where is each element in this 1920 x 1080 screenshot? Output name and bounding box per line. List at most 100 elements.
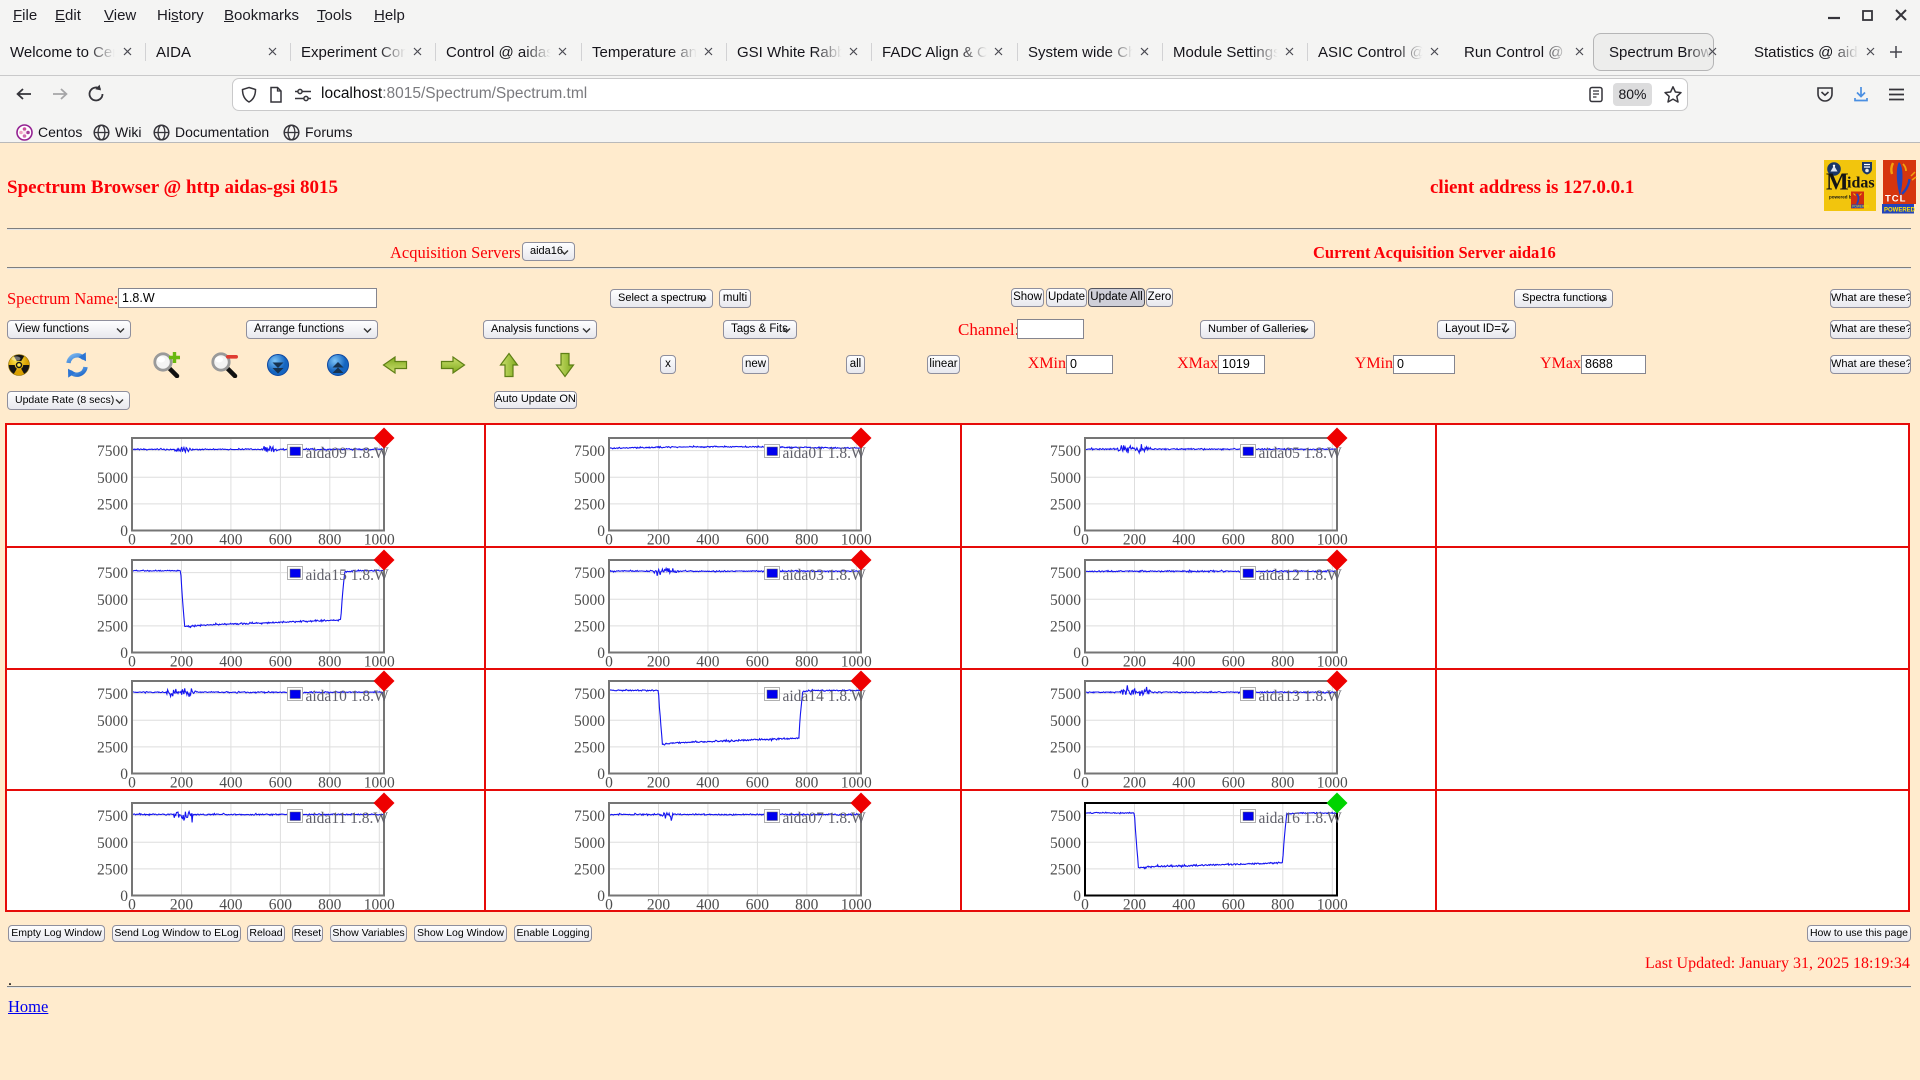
svg-text:0: 0: [128, 532, 136, 548]
svg-text:800: 800: [795, 897, 819, 913]
svg-text:aida03 1.8.W: aida03 1.8.W: [783, 567, 866, 584]
svg-text:0: 0: [128, 654, 136, 670]
svg-text:200: 200: [1123, 532, 1147, 548]
svg-text:aida10 1.8.W: aida10 1.8.W: [306, 688, 389, 705]
svg-text:2500: 2500: [97, 861, 128, 878]
svg-text:0: 0: [1081, 654, 1089, 670]
svg-text:400: 400: [219, 532, 243, 548]
svg-text:aida16 1.8.W: aida16 1.8.W: [1259, 810, 1342, 827]
svg-text:0: 0: [120, 523, 128, 540]
svg-text:200: 200: [647, 897, 671, 913]
svg-text:600: 600: [269, 654, 293, 670]
svg-text:7500: 7500: [574, 808, 605, 825]
svg-text:800: 800: [318, 654, 342, 670]
svg-text:2500: 2500: [574, 496, 605, 513]
svg-text:0: 0: [1073, 645, 1081, 662]
svg-text:200: 200: [647, 532, 671, 548]
svg-text:5000: 5000: [1050, 470, 1081, 487]
svg-text:2500: 2500: [1050, 861, 1081, 878]
svg-text:7500: 7500: [97, 565, 128, 582]
svg-text:0: 0: [1073, 523, 1081, 540]
svg-text:1000: 1000: [364, 654, 395, 670]
svg-text:7500: 7500: [97, 443, 128, 460]
svg-text:powered by: powered by: [1829, 195, 1855, 200]
svg-text:200: 200: [1123, 897, 1147, 913]
svg-text:aida13 1.8.W: aida13 1.8.W: [1259, 688, 1342, 705]
svg-text:7500: 7500: [1050, 686, 1081, 703]
svg-text:1000: 1000: [841, 897, 872, 913]
svg-text:5000: 5000: [97, 835, 128, 852]
svg-text:200: 200: [647, 775, 671, 791]
svg-text:5000: 5000: [574, 592, 605, 609]
svg-text:7500: 7500: [97, 808, 128, 825]
svg-text:1000: 1000: [1317, 654, 1348, 670]
svg-text:600: 600: [269, 897, 293, 913]
svg-text:7500: 7500: [1050, 565, 1081, 582]
svg-text:200: 200: [170, 775, 194, 791]
svg-text:7500: 7500: [574, 443, 605, 460]
svg-text:0: 0: [120, 888, 128, 905]
svg-text:400: 400: [219, 897, 243, 913]
svg-text:800: 800: [1271, 532, 1295, 548]
svg-text:1000: 1000: [841, 775, 872, 791]
svg-text:POWERED: POWERED: [1852, 205, 1869, 209]
svg-text:0: 0: [128, 897, 136, 913]
svg-text:0: 0: [1073, 766, 1081, 783]
svg-text:800: 800: [318, 532, 342, 548]
svg-text:0: 0: [597, 888, 605, 905]
svg-text:5000: 5000: [97, 470, 128, 487]
svg-text:0: 0: [1081, 897, 1089, 913]
svg-text:600: 600: [1222, 897, 1246, 913]
svg-text:5000: 5000: [574, 470, 605, 487]
svg-text:5000: 5000: [1050, 835, 1081, 852]
svg-text:800: 800: [795, 654, 819, 670]
svg-text:idas: idas: [1847, 175, 1875, 192]
svg-text:5000: 5000: [1050, 592, 1081, 609]
svg-text:7500: 7500: [1050, 808, 1081, 825]
svg-text:600: 600: [746, 775, 770, 791]
svg-text:2500: 2500: [1050, 739, 1081, 756]
svg-text:600: 600: [1222, 654, 1246, 670]
svg-text:aida09 1.8.W: aida09 1.8.W: [306, 445, 389, 462]
svg-text:1000: 1000: [364, 775, 395, 791]
svg-text:1000: 1000: [1317, 897, 1348, 913]
svg-text:0: 0: [597, 523, 605, 540]
svg-text:2500: 2500: [574, 618, 605, 635]
svg-text:200: 200: [170, 654, 194, 670]
svg-text:2500: 2500: [97, 618, 128, 635]
svg-text:800: 800: [1271, 775, 1295, 791]
svg-text:400: 400: [1172, 897, 1196, 913]
svg-text:400: 400: [696, 654, 720, 670]
svg-text:600: 600: [1222, 532, 1246, 548]
svg-text:aida01 1.8.W: aida01 1.8.W: [783, 445, 866, 462]
svg-text:5000: 5000: [97, 592, 128, 609]
svg-text:1000: 1000: [1317, 775, 1348, 791]
svg-text:600: 600: [746, 654, 770, 670]
svg-text:7500: 7500: [1050, 443, 1081, 460]
svg-text:400: 400: [696, 532, 720, 548]
svg-text:aida11 1.8.W: aida11 1.8.W: [306, 810, 389, 827]
svg-text:1000: 1000: [841, 532, 872, 548]
svg-text:1000: 1000: [1317, 532, 1348, 548]
svg-text:400: 400: [1172, 775, 1196, 791]
svg-text:M: M: [1826, 170, 1849, 196]
svg-text:0: 0: [605, 654, 613, 670]
svg-text:400: 400: [1172, 654, 1196, 670]
svg-text:2500: 2500: [574, 861, 605, 878]
svg-text:2500: 2500: [97, 739, 128, 756]
svg-text:aida14 1.8.W: aida14 1.8.W: [783, 688, 866, 705]
svg-text:7500: 7500: [574, 686, 605, 703]
svg-text:400: 400: [696, 897, 720, 913]
svg-text:2500: 2500: [574, 739, 605, 756]
svg-text:7500: 7500: [97, 686, 128, 703]
svg-text:800: 800: [318, 775, 342, 791]
svg-text:POWERED: POWERED: [1884, 207, 1916, 213]
svg-text:600: 600: [746, 532, 770, 548]
svg-text:2500: 2500: [1050, 618, 1081, 635]
svg-text:aida07 1.8.W: aida07 1.8.W: [783, 810, 866, 827]
svg-text:0: 0: [605, 532, 613, 548]
svg-text:5000: 5000: [574, 713, 605, 730]
svg-text:200: 200: [647, 654, 671, 670]
svg-text:200: 200: [170, 897, 194, 913]
svg-text:0: 0: [120, 645, 128, 662]
